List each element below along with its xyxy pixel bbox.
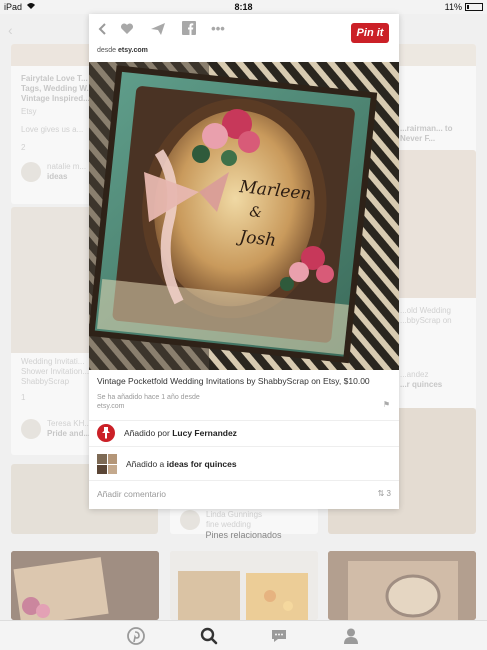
- status-bar: iPad 8:18 11%: [0, 0, 487, 14]
- battery-icon: [465, 3, 483, 11]
- add-comment-field[interactable]: Añadir comentario: [97, 489, 166, 499]
- repin-count: ⇅ 3: [378, 489, 391, 498]
- divider: [89, 480, 399, 481]
- pin-toolbar: ••• Pin it: [89, 14, 399, 44]
- clock: 8:18: [234, 2, 253, 12]
- board-thumbnail: [97, 454, 117, 474]
- added-to-row[interactable]: Añadido a ideas for quinces: [97, 452, 391, 476]
- tab-search-icon[interactable]: [200, 627, 220, 645]
- source-prefix: desde: [97, 47, 117, 54]
- repin-icon: ⇅: [377, 489, 385, 498]
- saved-meta-text: Se ha añadido hace 1 año desde: [97, 394, 200, 401]
- report-flag-icon[interactable]: ⚑: [383, 400, 390, 409]
- repin-count-value: 3: [386, 489, 391, 498]
- facebook-icon[interactable]: [181, 21, 197, 37]
- added-by-user[interactable]: Lucy Fernandez: [172, 428, 237, 438]
- battery-percent: 11%: [444, 2, 462, 12]
- pin-description: Vintage Pocketfold Wedding Invitations b…: [97, 376, 370, 386]
- added-by-row[interactable]: Añadido por Lucy Fernandez: [97, 421, 391, 445]
- svg-text:Josh: Josh: [235, 227, 277, 251]
- send-icon[interactable]: [150, 21, 166, 37]
- added-to-board[interactable]: ideas for quinces: [167, 459, 237, 469]
- added-by-prefix: Añadido por: [124, 428, 170, 438]
- pin-detail-modal: ••• Pin it desde etsy.com Marleen & Josh…: [89, 14, 399, 509]
- saved-meta-domain[interactable]: etsy.com: [97, 402, 200, 411]
- pin-saved-meta: Se ha añadido hace 1 año desde etsy.com: [97, 393, 200, 411]
- tab-profile-icon[interactable]: [342, 627, 362, 645]
- pin-it-button[interactable]: Pin it: [351, 23, 389, 43]
- svg-text:&: &: [249, 204, 263, 221]
- source-domain: etsy.com: [118, 47, 148, 54]
- added-to-prefix: Añadido a: [126, 459, 165, 469]
- more-options-icon[interactable]: •••: [210, 21, 226, 37]
- tab-messages-icon[interactable]: [270, 627, 290, 645]
- tab-home-pinterest-icon[interactable]: [127, 627, 147, 645]
- bottom-tab-bar: [0, 620, 487, 650]
- heart-icon[interactable]: [119, 21, 135, 37]
- pin-icon: [97, 424, 115, 442]
- divider: [89, 446, 399, 447]
- back-icon[interactable]: [95, 21, 111, 37]
- pin-image[interactable]: Marleen & Josh: [89, 62, 399, 370]
- source-link[interactable]: desde etsy.com: [97, 47, 148, 54]
